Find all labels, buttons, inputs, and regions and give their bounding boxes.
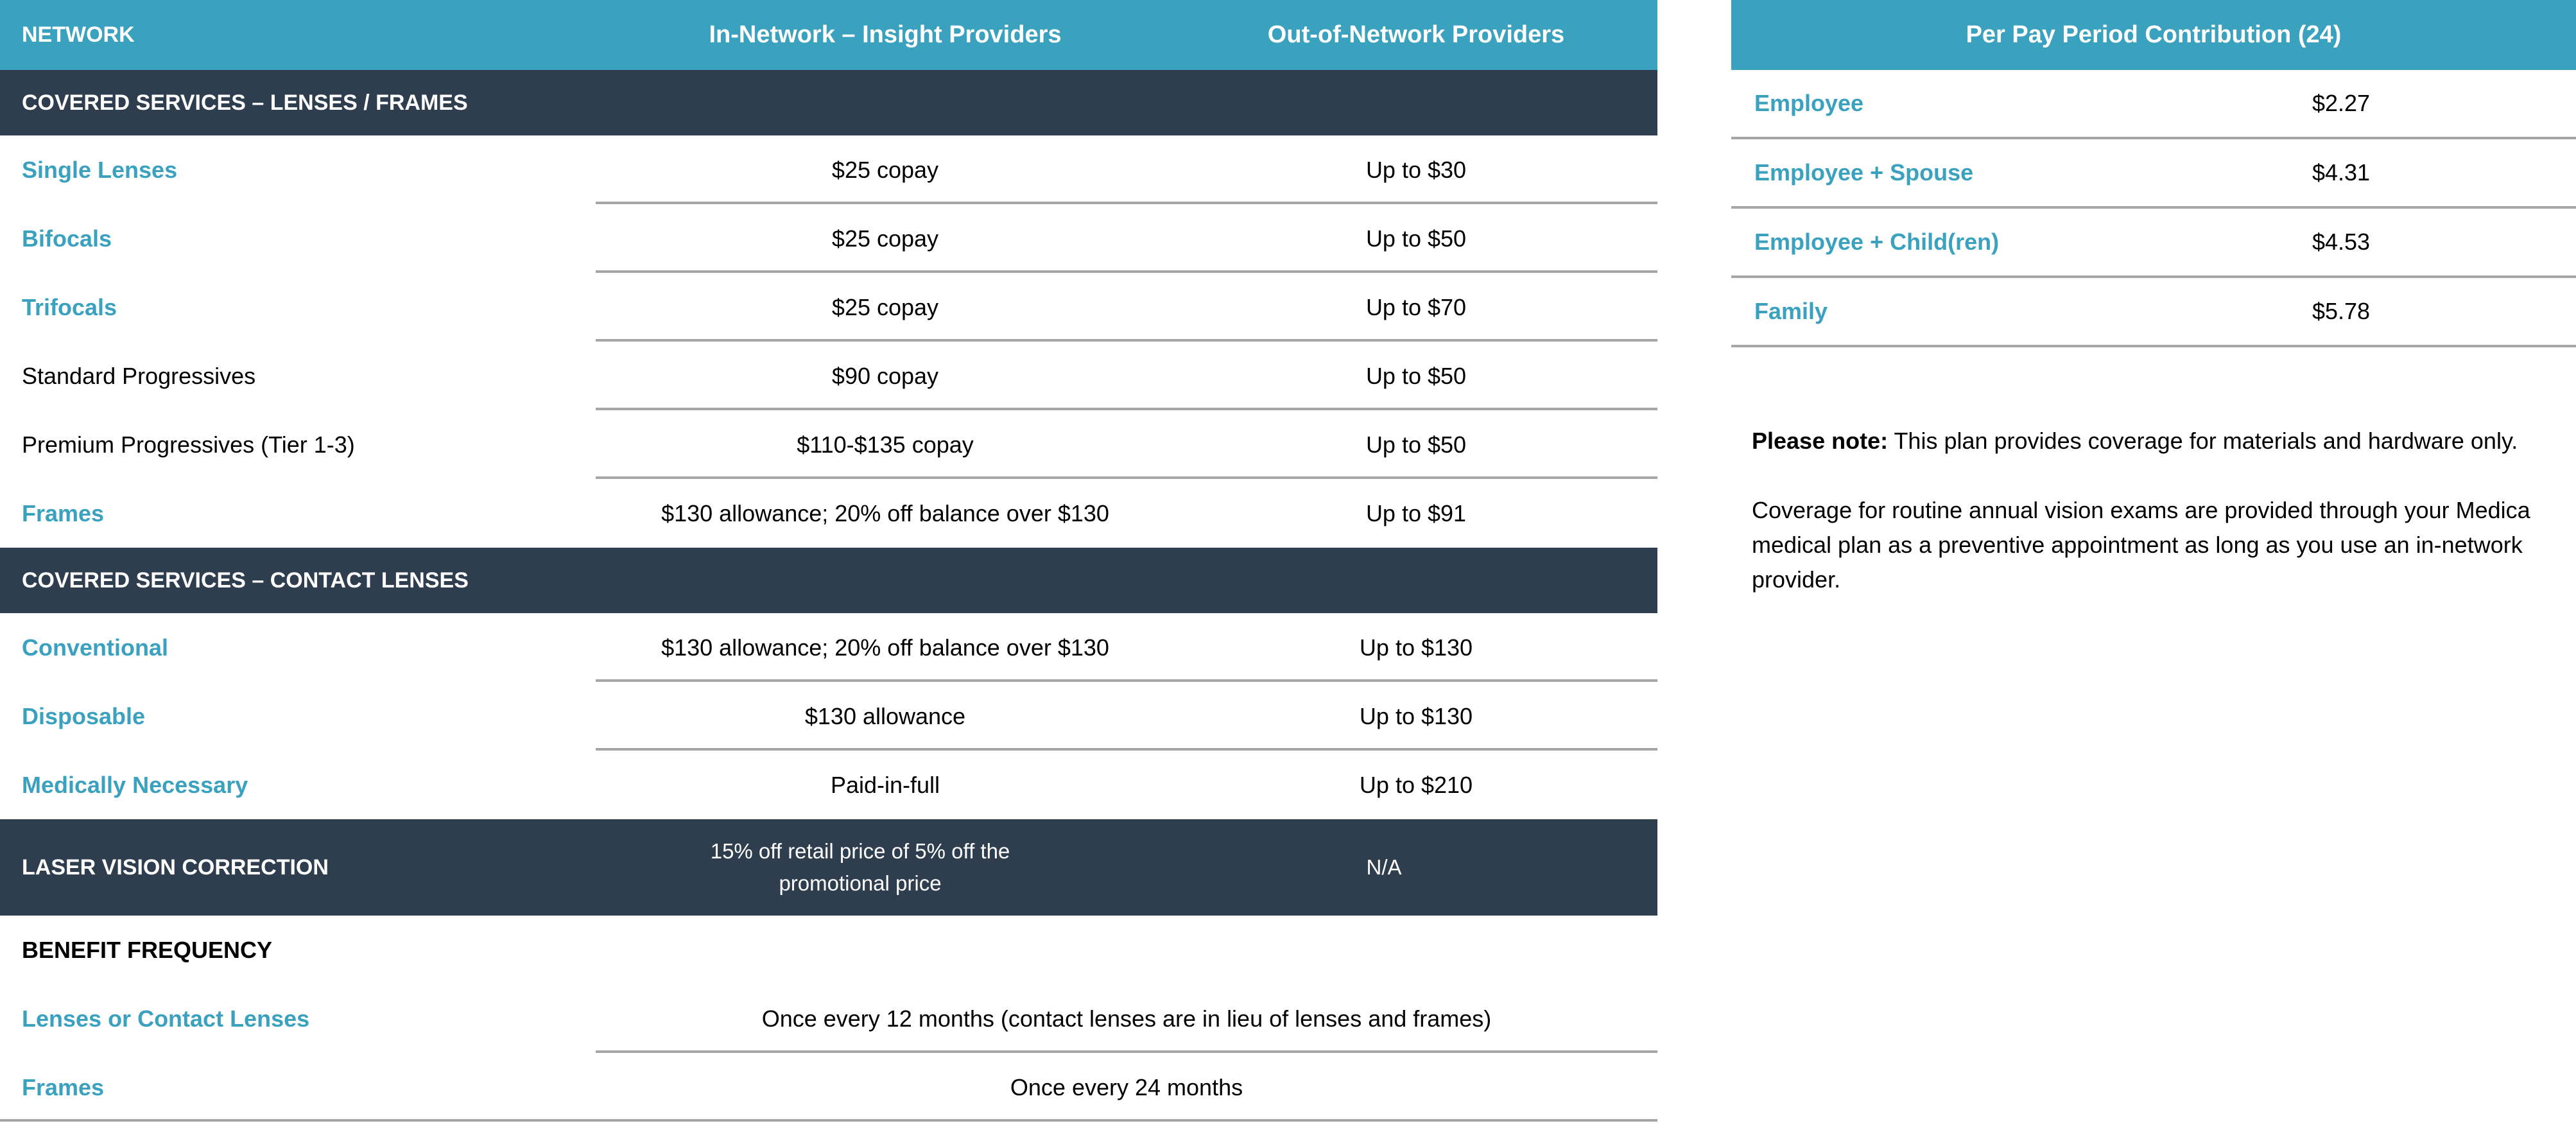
out-of-network-value: Up to $91 <box>1365 500 1467 526</box>
contribution-row: Family $5.78 <box>1731 278 2576 347</box>
out-of-network-value: Up to $50 <box>1365 225 1467 252</box>
contribution-row: Employee $2.27 <box>1731 70 2576 139</box>
row-label: Bifocals <box>22 225 112 252</box>
table-row: Standard Progressives $90 copay Up to $5… <box>0 342 1657 410</box>
out-of-network-value: Up to $210 <box>1359 771 1473 798</box>
tier-amount: $2.27 <box>2312 90 2371 116</box>
section-title: COVERED SERVICES – LENSES / FRAMES <box>22 90 468 115</box>
benefit-frequency-heading-row: BENEFIT FREQUENCY <box>0 916 1657 984</box>
section-header-lenses-frames: COVERED SERVICES – LENSES / FRAMES <box>0 70 1657 135</box>
row-label: Lenses or Contact Lenses <box>22 1005 310 1032</box>
out-of-network-value: Up to $50 <box>1365 431 1467 458</box>
table-header-row: NETWORK In-Network – Insight Providers O… <box>0 0 1657 70</box>
in-network-value: $130 allowance; 20% off balance over $13… <box>661 634 1109 661</box>
frequency-value: Once every 24 months <box>1010 1074 1243 1100</box>
contribution-row: Employee + Child(ren) $4.53 <box>1731 209 2576 278</box>
note-lead: Please note: <box>1752 428 1889 454</box>
table-row: Lenses or Contact Lenses Once every 12 m… <box>0 984 1657 1053</box>
table-row: Medically Necessary Paid-in-full Up to $… <box>0 751 1657 819</box>
row-label: Medically Necessary <box>22 771 248 798</box>
in-network-value: $130 allowance <box>804 702 966 729</box>
laser-vision-row: LASER VISION CORRECTION 15% off retail p… <box>0 819 1657 916</box>
in-network-value: $25 copay <box>831 225 939 252</box>
frequency-value: Once every 12 months (contact lenses are… <box>761 1005 1492 1032</box>
table-row: Trifocals $25 copay Up to $70 <box>0 273 1657 342</box>
tier-amount: $4.31 <box>2312 159 2371 186</box>
row-label: Standard Progressives <box>22 362 256 389</box>
in-network-value: $25 copay <box>831 293 939 320</box>
tier-label: Family <box>1754 298 1828 324</box>
header-out-of-network: Out-of-Network Providers <box>1267 21 1565 48</box>
in-network-value: Paid-in-full <box>830 771 940 798</box>
row-label: Premium Progressives (Tier 1-3) <box>22 431 355 458</box>
tier-amount: $5.78 <box>2312 298 2371 324</box>
vision-benefits-table: NETWORK In-Network – Insight Providers O… <box>0 0 1657 1122</box>
out-of-network-value: Up to $50 <box>1365 362 1467 389</box>
table-row: Frames $130 allowance; 20% off balance o… <box>0 479 1657 548</box>
note-paragraph-1: Please note: This plan provides coverage… <box>1752 424 2541 458</box>
contribution-table: Per Pay Period Contribution (24) Employe… <box>1731 0 2576 347</box>
tier-label: Employee + Spouse <box>1754 159 1974 186</box>
note-text: This plan provides coverage for material… <box>1888 428 2518 454</box>
row-label: LASER VISION CORRECTION <box>22 855 329 880</box>
out-of-network-value: Up to $70 <box>1365 293 1467 320</box>
section-title: BENEFIT FREQUENCY <box>22 936 273 963</box>
in-network-value: $90 copay <box>831 362 939 389</box>
row-label: Conventional <box>22 634 169 661</box>
in-network-value: $25 copay <box>831 156 939 183</box>
table-row: Disposable $130 allowance Up to $130 <box>0 682 1657 751</box>
contribution-row: Employee + Spouse $4.31 <box>1731 139 2576 209</box>
table-row: Frames Once every 24 months <box>0 1053 1657 1122</box>
table-row: Bifocals $25 copay Up to $50 <box>0 204 1657 273</box>
header-network: NETWORK <box>22 22 135 47</box>
section-header-contact-lenses: COVERED SERVICES – CONTACT LENSES <box>0 548 1657 613</box>
out-of-network-value: N/A <box>1366 855 1402 879</box>
tier-label: Employee + Child(ren) <box>1754 229 2000 255</box>
table-row: Premium Progressives (Tier 1-3) $110-$13… <box>0 410 1657 479</box>
row-label: Trifocals <box>22 293 117 320</box>
out-of-network-value: Up to $130 <box>1359 634 1473 661</box>
row-label: Disposable <box>22 702 146 729</box>
row-label: Frames <box>22 1074 105 1100</box>
table-row: Conventional $130 allowance; 20% off bal… <box>0 613 1657 682</box>
header-in-network: In-Network – Insight Providers <box>709 21 1062 48</box>
tier-label: Employee <box>1754 90 1864 116</box>
section-title: COVERED SERVICES – CONTACT LENSES <box>22 568 469 593</box>
in-network-value: 15% off retail price of 5% off the promo… <box>710 839 1010 895</box>
out-of-network-value: Up to $30 <box>1365 156 1467 183</box>
tier-amount: $4.53 <box>2312 229 2371 255</box>
contribution-header: Per Pay Period Contribution (24) <box>1731 0 2576 70</box>
plan-note: Please note: This plan provides coverage… <box>1752 424 2541 632</box>
in-network-value: $130 allowance; 20% off balance over $13… <box>661 500 1109 526</box>
in-network-value: $110-$135 copay <box>797 431 974 458</box>
row-label: Single Lenses <box>22 156 178 183</box>
row-label: Frames <box>22 500 105 526</box>
note-paragraph-2: Coverage for routine annual vision exams… <box>1752 497 2530 593</box>
table-row: Single Lenses $25 copay Up to $30 <box>0 135 1657 204</box>
out-of-network-value: Up to $130 <box>1359 702 1473 729</box>
